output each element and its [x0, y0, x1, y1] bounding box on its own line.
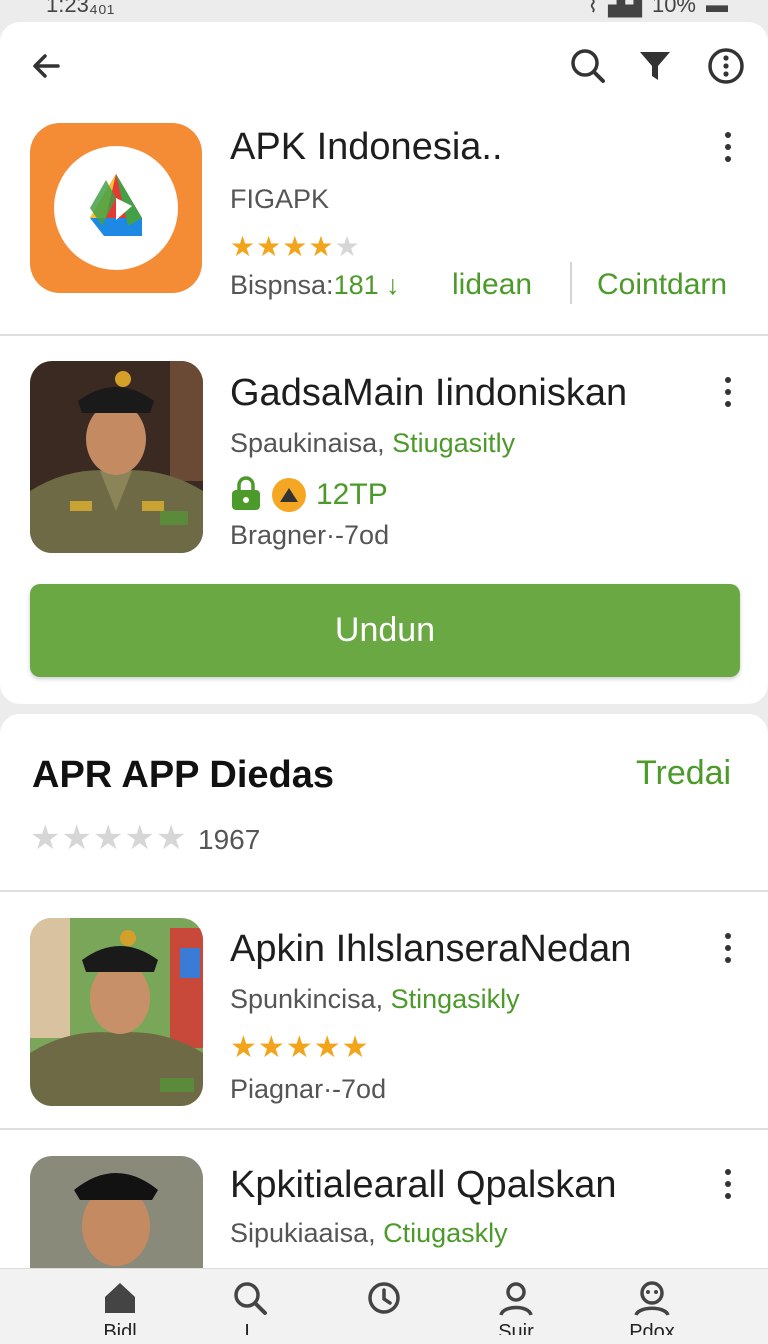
nav-search[interactable]: L — [210, 1279, 290, 1344]
item1-overflow-menu-icon[interactable] — [713, 372, 743, 412]
link-lidean[interactable]: lidean — [452, 268, 532, 302]
link-cointdarn[interactable]: Cointdarn — [597, 268, 727, 302]
item1-title[interactable]: GadsaMain Iindoniskan — [230, 372, 627, 415]
install-button[interactable]: Undun — [30, 584, 740, 677]
bottom-navigation: Bidl L Sujr Pdox — [0, 1268, 768, 1344]
nav-home[interactable]: Bidl — [80, 1279, 160, 1344]
star-icon: ★ — [341, 1031, 370, 1064]
community-icon — [634, 1281, 670, 1316]
signal-icon: ▟▟ — [608, 0, 642, 17]
star-icon: ★ — [285, 1031, 314, 1064]
star-icon: ★ — [230, 231, 257, 262]
item1-badge: 12TP — [316, 478, 388, 511]
notification-badge-icon — [272, 478, 306, 512]
item2-title[interactable]: Apkin IhlslanseraNedan — [230, 928, 631, 971]
wifi-icon: ⌇ — [587, 0, 599, 17]
star-icon: ★ — [282, 231, 309, 262]
more-options-icon[interactable] — [704, 44, 748, 88]
nav-history[interactable] — [344, 1279, 424, 1344]
star-icon: ★ — [308, 231, 335, 262]
status-time: 1:23₄₀₁ — [46, 0, 115, 17]
nav-community[interactable]: Pdox — [612, 1279, 692, 1344]
section-action-link[interactable]: Tredai — [636, 754, 731, 793]
item2-overflow-menu-icon[interactable] — [713, 928, 743, 968]
link-separator — [570, 262, 572, 304]
star-icon: ★ — [257, 1031, 286, 1064]
featured-app-title[interactable]: APK Indonesia.. — [230, 126, 503, 169]
star-icon: ★ — [230, 1031, 258, 1064]
star-icon: ★ — [334, 231, 361, 262]
nav-community-label: Pdox — [629, 1321, 675, 1335]
item1-meta-green: Stiugasitly — [392, 428, 516, 458]
item1-size: Bragner·-7od — [230, 520, 390, 550]
item3-meta-green: Ctiugaskly — [383, 1218, 508, 1248]
filter-icon[interactable] — [633, 44, 677, 88]
nav-profile[interactable]: Sujr — [476, 1279, 556, 1344]
status-icons: ⌇ ▟▟ 10% ▬ — [587, 0, 728, 18]
item3-meta-plain: Sipukiaaisa, — [230, 1218, 384, 1248]
lock-icon — [230, 476, 262, 512]
item2-rating-stars: ★★★★★ — [230, 1030, 370, 1065]
featured-developer: FIGAPK — [230, 184, 330, 214]
featured-rating-stars: ★★★★★ — [230, 230, 361, 263]
app-thumbnail-1[interactable] — [30, 361, 203, 553]
back-arrow-icon[interactable] — [24, 44, 68, 88]
item2-meta-green: Stingasikly — [390, 984, 520, 1014]
nav-home-label: Bidl — [103, 1321, 137, 1335]
search-icon[interactable] — [566, 44, 610, 88]
nav-search-label: L — [244, 1321, 256, 1335]
battery-icon: ▬ — [706, 0, 728, 17]
downloads-value: 181 — [333, 270, 379, 300]
featured-overflow-menu-icon[interactable] — [713, 127, 743, 167]
item3-title[interactable]: Kpkitialearall Qpalskan — [230, 1164, 617, 1207]
item1-meta-plain: Spaukinaisa, — [230, 428, 393, 458]
item2-size: Piagnar·-7od — [230, 1074, 387, 1104]
download-arrow-icon: ↓ — [378, 270, 400, 300]
star-icon: ★ — [313, 1031, 342, 1064]
divider — [0, 1128, 768, 1130]
item3-meta: Sipukiaaisa, Ctiugaskly — [230, 1218, 508, 1249]
star-icon: ★ — [256, 231, 283, 262]
app-logo — [54, 146, 178, 270]
app-thumbnail-2[interactable] — [30, 918, 203, 1106]
history-icon — [368, 1282, 400, 1314]
item2-meta: Spunkincisa, Stingasikly — [230, 984, 520, 1015]
item3-overflow-menu-icon[interactable] — [713, 1164, 743, 1204]
section-rating-count: 1967 — [198, 824, 261, 855]
battery-percent: 10% — [651, 0, 696, 17]
featured-app-icon[interactable] — [30, 123, 202, 293]
featured-downloads: Bispnsa:181 ↓ — [230, 270, 400, 301]
home-icon — [105, 1283, 135, 1313]
item2-meta-plain: Spunkincisa, — [230, 984, 391, 1014]
downloads-label: Bispnsa: — [230, 270, 334, 300]
search-icon — [234, 1282, 267, 1315]
app-thumbnail-3[interactable] — [30, 1156, 203, 1268]
profile-icon — [499, 1282, 533, 1316]
item1-meta: Spaukinaisa, Stiugasitly — [230, 428, 515, 459]
divider — [0, 334, 768, 336]
nav-profile-label: Sujr — [498, 1321, 534, 1335]
section-title: APR APP Diedas — [32, 754, 334, 796]
divider — [0, 890, 768, 892]
status-bar: 1:23₄₀₁ ⌇ ▟▟ 10% ▬ — [0, 0, 768, 22]
section-rating-stars: ★★★★★ — [30, 819, 188, 857]
